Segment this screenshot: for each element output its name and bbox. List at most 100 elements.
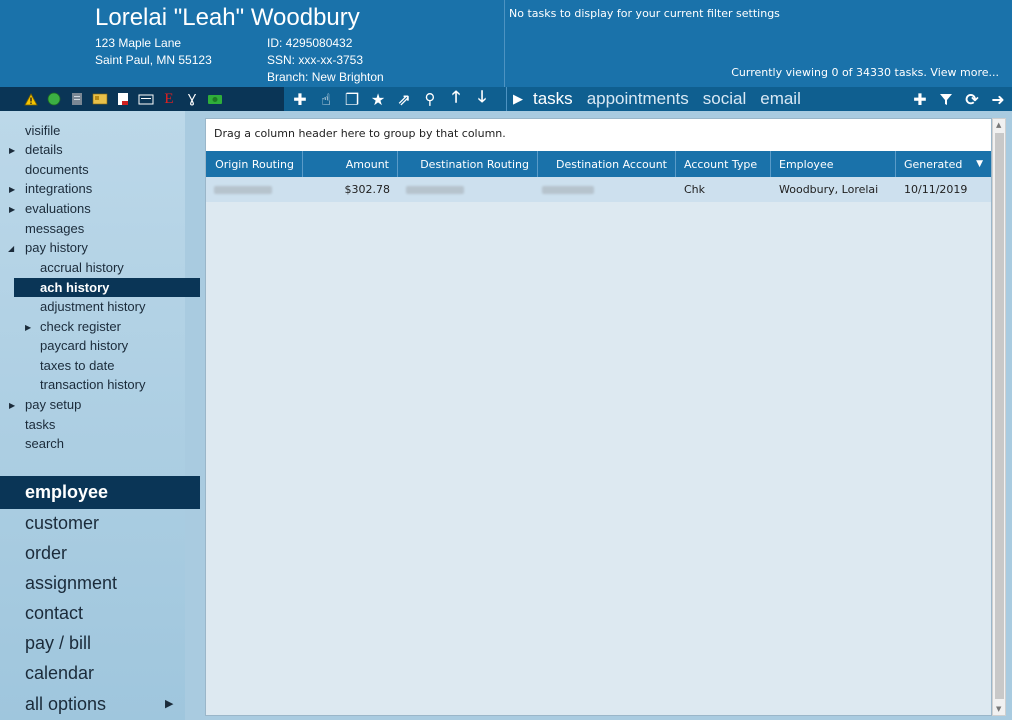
employee-branch: Branch: New Brighton <box>267 70 384 84</box>
column-header-generated[interactable]: Generated ▼ <box>896 151 991 177</box>
sidebar-item-pay-history[interactable]: pay history <box>25 240 88 255</box>
sidebar-item-documents[interactable]: documents <box>25 162 89 177</box>
tab-appointments[interactable]: appointments <box>587 89 689 109</box>
ach-history-grid: Drag a column header here to group by th… <box>205 118 992 716</box>
sidebar-item-search[interactable]: search <box>25 436 64 451</box>
tab-tasks[interactable]: tasks <box>533 89 573 109</box>
filter-icon[interactable] <box>936 89 956 109</box>
collapse-arrow-icon[interactable]: ◢ <box>8 244 14 253</box>
add-task-icon[interactable]: ✚ <box>910 89 930 109</box>
column-header-destination-routing[interactable]: Destination Routing <box>398 151 538 177</box>
main-nav-label: employee <box>25 482 109 502</box>
pointer-icon[interactable]: ☝ <box>316 89 336 109</box>
main-nav-pay-bill[interactable]: pay / bill <box>25 633 91 654</box>
main-nav-order[interactable]: order <box>25 543 67 564</box>
task-tools: ✚ ⟳ ➜ <box>910 87 1008 111</box>
arrow-down-icon[interactable]: 🡓 <box>472 87 492 109</box>
sidebar-item-details[interactable]: details <box>25 142 63 157</box>
sidebar-subitem-ach-history[interactable]: ach history <box>14 278 200 297</box>
expand-arrow-icon[interactable]: ▶ <box>9 401 15 410</box>
table-row[interactable]: $302.78 Chk Woodbury, Lorelai 10/11/2019 <box>206 177 991 202</box>
column-header-origin-routing[interactable]: Origin Routing <box>206 151 303 177</box>
money-icon[interactable] <box>206 90 224 108</box>
card-icon[interactable] <box>137 90 155 108</box>
sidebar-subitem-adjustment-history[interactable]: adjustment history <box>40 299 146 314</box>
employee-ssn: SSN: xxx-xx-3753 <box>267 53 364 67</box>
main-nav-calendar[interactable]: calendar <box>25 663 94 684</box>
cell-amount: $302.78 <box>344 183 391 196</box>
main-nav-contact[interactable]: contact <box>25 603 83 624</box>
add-icon[interactable]: ✚ <box>290 89 310 109</box>
column-header-destination-account[interactable]: Destination Account <box>538 151 676 177</box>
sidebar-item-integrations[interactable]: integrations <box>25 181 92 196</box>
sidebar-item-pay-setup[interactable]: pay setup <box>25 397 81 412</box>
expand-arrow-icon[interactable]: ▶ <box>9 146 15 155</box>
sidebar-subitem-paycard-history[interactable]: paycard history <box>40 338 128 353</box>
pdf-icon[interactable] <box>114 90 132 108</box>
column-header-amount[interactable]: Amount <box>303 151 398 177</box>
sidebar-item-tasks[interactable]: tasks <box>25 417 55 432</box>
document-icon[interactable] <box>68 90 86 108</box>
sidebar-subitem-taxes-to-date[interactable]: taxes to date <box>40 358 114 373</box>
sidebar-subitem-transaction-history[interactable]: transaction history <box>40 377 146 392</box>
id-card-icon[interactable] <box>91 90 109 108</box>
scrollbar-thumb[interactable] <box>995 133 1004 699</box>
scroll-up-icon[interactable]: ▲ <box>996 121 1001 129</box>
main-nav-assignment[interactable]: assignment <box>25 573 117 594</box>
cell-destination-routing <box>398 177 538 202</box>
main-nav-employee[interactable]: employee <box>0 476 200 509</box>
cell-origin-routing <box>206 177 303 202</box>
search-icon[interactable]: ⚲ <box>420 89 440 109</box>
cell-employee: Woodbury, Lorelai <box>779 183 879 196</box>
cell-account-type: Chk <box>684 183 706 196</box>
action-icon-bar: ✚ ☝ ❐ ★ ⇗ ⚲ 🡑 🡓 <box>290 87 492 111</box>
sidebar-item-evaluations[interactable]: evaluations <box>25 201 91 216</box>
redacted-value <box>542 185 594 194</box>
expand-arrow-icon[interactable]: ▶ <box>25 323 31 332</box>
employee-address-line1: 123 Maple Lane <box>95 36 182 50</box>
tax-icon[interactable]: Ɣ <box>183 90 201 108</box>
copy-icon[interactable]: ❐ <box>342 89 362 109</box>
sidebar-subitem-check-register[interactable]: check register <box>40 319 121 334</box>
all-options-arrow-icon[interactable]: ▶ <box>165 697 173 710</box>
tab-social[interactable]: social <box>703 89 746 109</box>
column-header-employee[interactable]: Employee <box>771 151 896 177</box>
external-link-icon[interactable]: ⇗ <box>394 89 414 109</box>
sidebar-item-visifile[interactable]: visifile <box>25 123 60 138</box>
sidebar: visifile ▶ details documents ▶ integrati… <box>0 111 200 720</box>
toolbar: E Ɣ ✚ ☝ ❐ ★ ⇗ ⚲ 🡑 🡓 ▶ tasks appointments… <box>0 87 1012 111</box>
column-header-account-type[interactable]: Account Type <box>676 151 771 177</box>
status-icon-bar: E Ɣ <box>0 87 284 111</box>
redacted-value <box>214 185 272 194</box>
status-green-icon[interactable] <box>45 90 63 108</box>
redacted-value <box>406 185 464 194</box>
refresh-icon[interactable]: ⟳ <box>962 89 982 109</box>
sidebar-subitem-accrual-history[interactable]: accrual history <box>40 260 124 275</box>
warning-icon[interactable] <box>22 90 40 108</box>
cell-destination-account <box>538 177 676 202</box>
play-icon[interactable]: ▶ <box>513 92 523 107</box>
tab-email[interactable]: email <box>760 89 801 109</box>
column-header-generated-label: Generated <box>904 157 963 171</box>
main-nav-all-options[interactable]: all options <box>25 694 106 715</box>
task-empty-message: No tasks to display for your current fil… <box>509 7 780 20</box>
sort-dropdown-icon[interactable]: ▼ <box>976 159 983 169</box>
group-by-drop-zone[interactable]: Drag a column header here to group by th… <box>206 119 991 151</box>
task-tab-bar: ▶ tasks appointments social email <box>506 87 815 111</box>
sidebar-item-messages[interactable]: messages <box>25 221 84 236</box>
employee-id: ID: 4295080432 <box>267 36 353 50</box>
star-icon[interactable]: ★ <box>368 89 388 109</box>
header: Lorelai "Leah" Woodbury 123 Maple Lane S… <box>0 0 1012 87</box>
scroll-down-icon[interactable]: ▼ <box>996 705 1001 713</box>
task-panel: No tasks to display for your current fil… <box>506 0 1012 87</box>
employee-header-panel: Lorelai "Leah" Woodbury 123 Maple Lane S… <box>0 0 505 87</box>
expand-arrow-icon[interactable]: ▶ <box>9 185 15 194</box>
main-nav-customer[interactable]: customer <box>25 513 99 534</box>
e-verify-icon[interactable]: E <box>160 90 178 108</box>
arrow-up-icon[interactable]: 🡑 <box>446 87 466 109</box>
expand-arrow-icon[interactable]: ▶ <box>9 205 15 214</box>
vertical-scrollbar[interactable]: ▲ ▼ <box>992 118 1006 716</box>
employee-address-line2: Saint Paul, MN 55123 <box>95 53 212 67</box>
arrow-right-icon[interactable]: ➜ <box>988 89 1008 109</box>
task-count-link[interactable]: Currently viewing 0 of 34330 tasks. View… <box>731 66 999 79</box>
